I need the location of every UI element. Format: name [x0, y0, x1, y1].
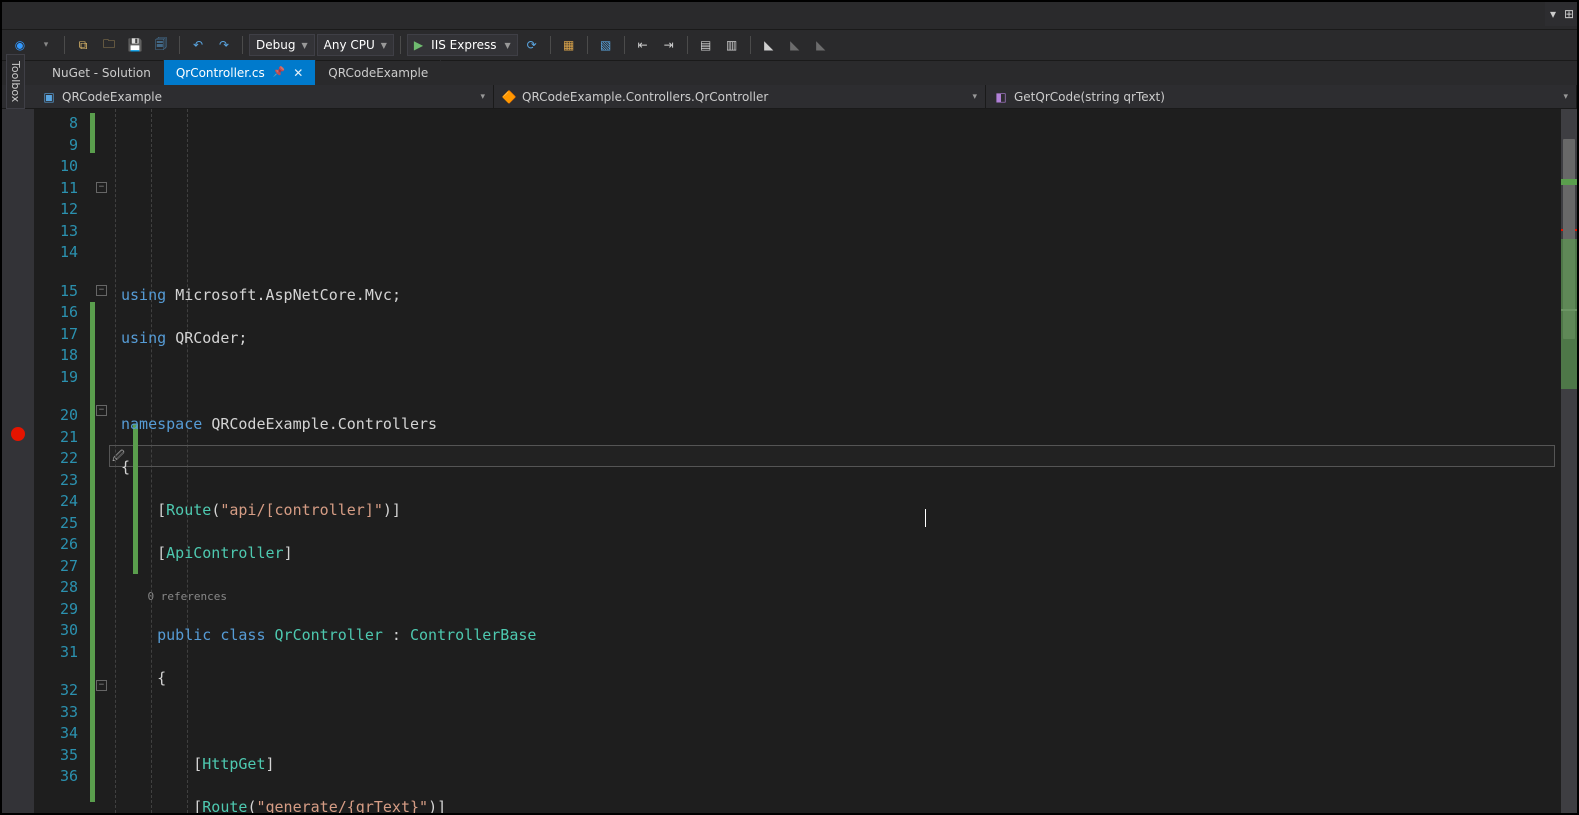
misc-icon[interactable]: ▧	[594, 34, 618, 56]
undo-icon[interactable]: ↶	[186, 34, 210, 56]
bm-next-icon[interactable]: ◣	[809, 34, 833, 56]
line-numbers: 8 9 10 11 12 13 14 15 16 17 18 19 20 21 …	[34, 109, 90, 813]
breakpoint-column[interactable]	[2, 109, 34, 813]
class-icon: 🔶	[502, 90, 516, 104]
titlebar	[2, 2, 1577, 30]
redo-icon[interactable]: ↷	[212, 34, 236, 56]
uncomment-icon[interactable]: ▥	[720, 34, 744, 56]
close-icon[interactable]: ✕	[293, 66, 303, 80]
split-icon[interactable]: ⊞	[1561, 2, 1577, 26]
nav-method[interactable]: ◧ GetQrCode(string qrText)▾	[986, 85, 1577, 108]
nav-class[interactable]: 🔶 QRCodeExample.Controllers.QrController…	[494, 85, 986, 108]
tab-qrcontroller[interactable]: QrController.cs📌✕	[164, 60, 316, 85]
fold-column[interactable]: − − − −	[95, 109, 109, 813]
csharp-icon: ▣	[42, 90, 56, 104]
main-toolbar: ◉ ▾ ⧉ 🗀 💾 🗐 ↶ ↷ Debug▼ Any CPU▼ ▶IIS Exp…	[2, 30, 1577, 60]
refresh-icon[interactable]: ⟳	[520, 34, 544, 56]
fold-icon[interactable]: −	[96, 182, 107, 193]
bookmark-icon[interactable]: ◣	[757, 34, 781, 56]
chevron-down-icon: ▼	[381, 41, 387, 50]
code-area[interactable]: using Microsoft.AspNetCore.Mvc; using QR…	[109, 109, 1561, 813]
new-icon[interactable]: ⧉	[71, 34, 95, 56]
fold-icon[interactable]: −	[96, 285, 107, 296]
comment-icon[interactable]: ▤	[694, 34, 718, 56]
fold-icon[interactable]: −	[96, 405, 107, 416]
platform-dropdown[interactable]: Any CPU▼	[317, 34, 394, 56]
code-navbar: ▣ QRCodeExample▾ 🔶 QRCodeExample.Control…	[2, 85, 1577, 109]
tab-qrcodeexample[interactable]: QRCodeExample	[316, 60, 441, 85]
browser-icon[interactable]: ▦	[557, 34, 581, 56]
document-tabs: NuGet - Solution QrController.cs📌✕ QRCod…	[2, 60, 1577, 85]
vertical-scrollbar[interactable]	[1561, 109, 1577, 813]
save-icon[interactable]: 💾	[123, 34, 147, 56]
pin-icon[interactable]: 📌	[273, 67, 285, 78]
chevron-down-icon: ▼	[301, 41, 307, 50]
nav-project[interactable]: ▣ QRCodeExample▾	[2, 85, 494, 108]
code-editor[interactable]: 8 9 10 11 12 13 14 15 16 17 18 19 20 21 …	[2, 109, 1577, 813]
fwd-icon[interactable]: ▾	[34, 34, 58, 56]
back-icon[interactable]: ◉	[8, 34, 32, 56]
config-dropdown[interactable]: Debug▼	[249, 34, 315, 56]
open-icon[interactable]: 🗀	[97, 34, 121, 56]
play-icon: ▶	[414, 38, 423, 52]
bm-prev-icon[interactable]: ◣	[783, 34, 807, 56]
method-icon: ◧	[994, 90, 1008, 104]
fold-icon[interactable]: −	[96, 680, 107, 691]
run-button[interactable]: ▶IIS Express▼	[407, 34, 518, 56]
indent-icon[interactable]: ⇤	[631, 34, 655, 56]
breakpoint-icon[interactable]	[11, 427, 25, 441]
dropdown-icon[interactable]: ▾	[1545, 2, 1561, 26]
tab-nuget[interactable]: NuGet - Solution	[40, 60, 164, 85]
save-all-icon[interactable]: 🗐	[149, 34, 173, 56]
toolbox-panel[interactable]: Toolbox	[6, 54, 25, 109]
outdent-icon[interactable]: ⇥	[657, 34, 681, 56]
